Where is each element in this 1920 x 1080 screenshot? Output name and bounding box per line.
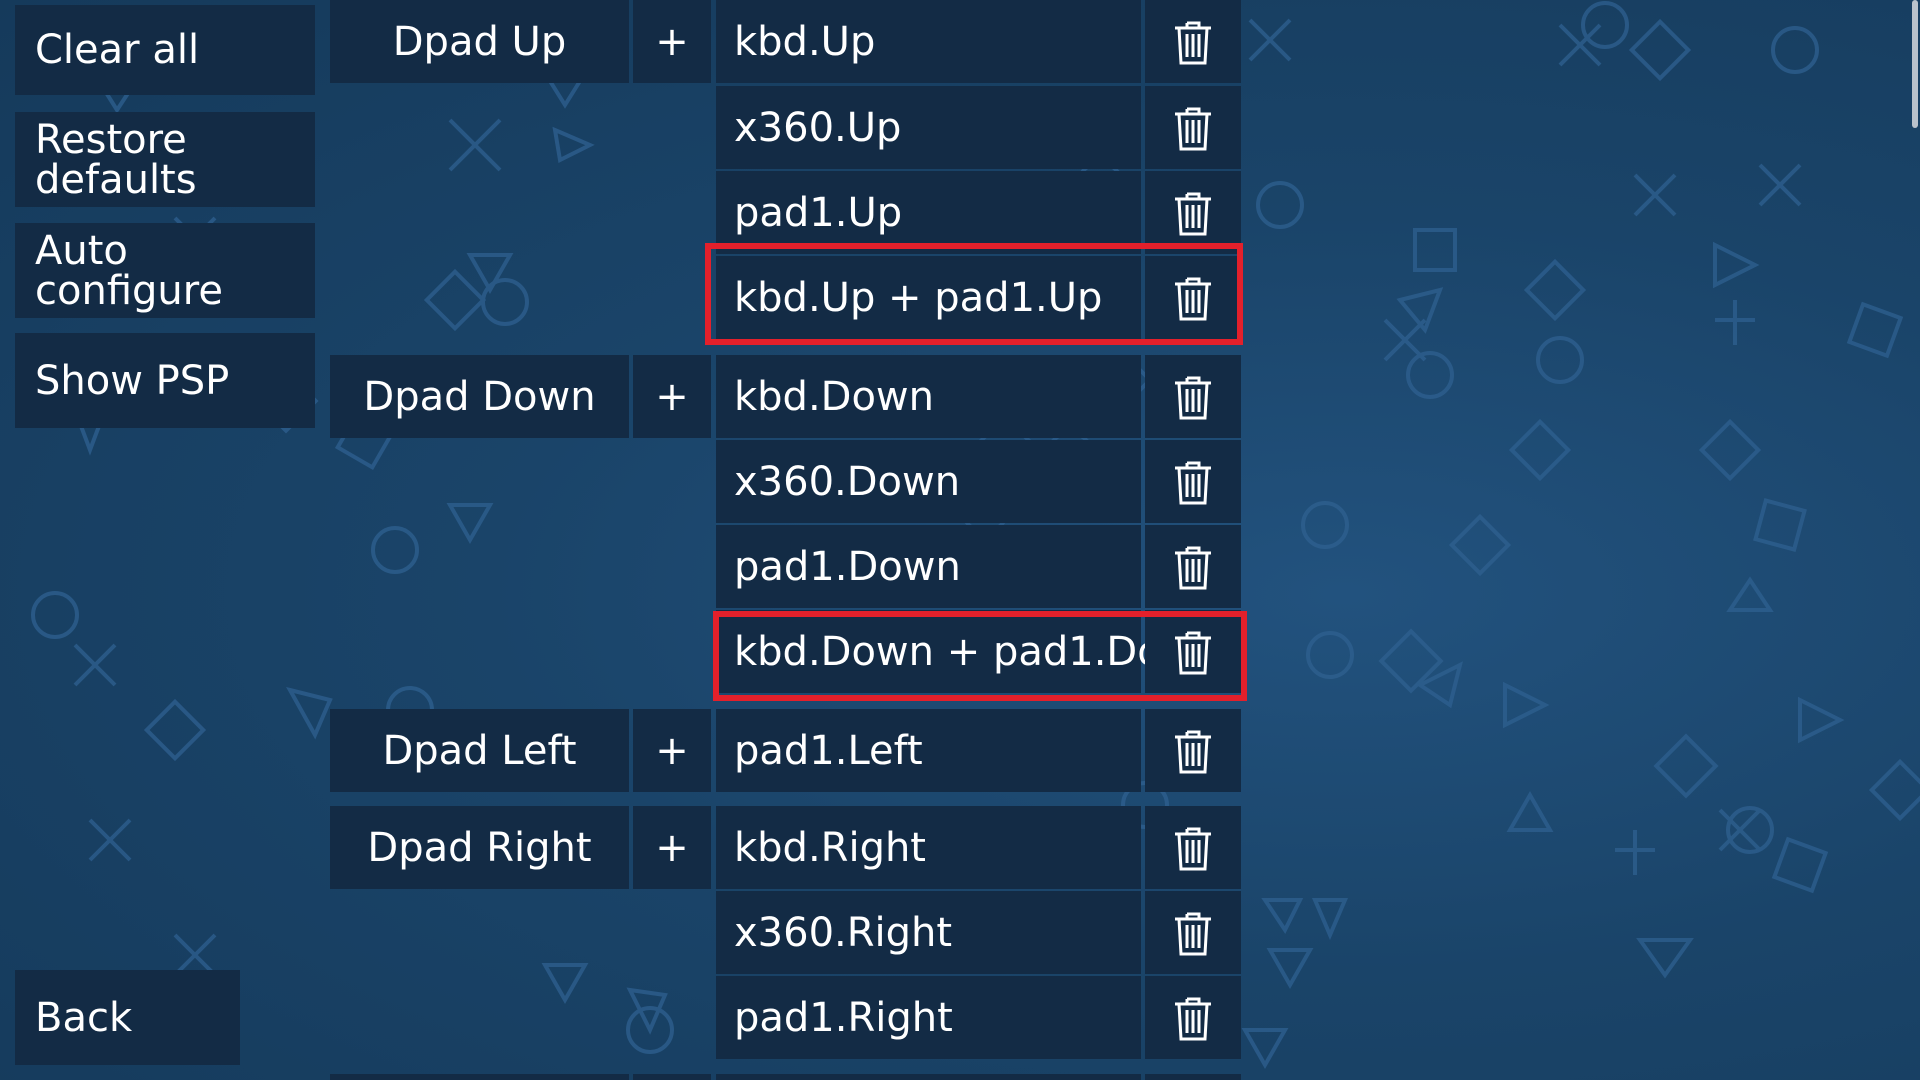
key-label-dpad-left: Dpad Left: [330, 709, 629, 792]
highlight-box-dpad-down-combo: [713, 611, 1247, 701]
binding-row: kbd.Up: [716, 0, 1241, 83]
add-binding-button-dpad-down[interactable]: +: [633, 355, 711, 438]
next-binding-partial: [716, 1074, 1141, 1080]
plus-icon: +: [655, 824, 689, 871]
plus-icon: +: [655, 18, 689, 65]
binding-label[interactable]: kbd.Up: [716, 0, 1141, 83]
binding-label[interactable]: pad1.Left: [716, 709, 1141, 792]
trash-icon: [1175, 376, 1211, 419]
binding-row: x360.Up: [716, 86, 1241, 169]
binding-row: pad1.Up: [716, 171, 1241, 254]
binding-label[interactable]: x360.Right: [716, 891, 1141, 974]
add-binding-button-dpad-left[interactable]: +: [633, 709, 711, 792]
add-binding-button-dpad-right[interactable]: +: [633, 806, 711, 889]
binding-row: kbd.Right: [716, 806, 1241, 889]
key-label-dpad-right: Dpad Right: [330, 806, 629, 889]
key-label-text: Dpad Up: [392, 18, 567, 65]
add-binding-button-dpad-up[interactable]: +: [633, 0, 711, 83]
delete-binding-button[interactable]: [1145, 525, 1241, 608]
binding-label[interactable]: kbd.Down: [716, 355, 1141, 438]
binding-row: pad1.Left: [716, 709, 1241, 792]
trash-icon: [1175, 192, 1211, 235]
binding-label[interactable]: x360.Up: [716, 86, 1141, 169]
trash-icon: [1175, 730, 1211, 773]
binding-text: x360.Down: [734, 458, 961, 505]
binding-text: pad1.Right: [734, 994, 953, 1041]
binding-row: pad1.Right: [716, 976, 1241, 1059]
trash-icon: [1175, 21, 1211, 64]
binding-text: kbd.Right: [734, 824, 926, 871]
trash-icon: [1175, 107, 1211, 150]
trash-icon: [1175, 827, 1211, 870]
delete-binding-button[interactable]: [1145, 709, 1241, 792]
scrollbar-thumb[interactable]: [1912, 0, 1918, 128]
back-button[interactable]: Back: [15, 970, 240, 1065]
delete-binding-button[interactable]: [1145, 976, 1241, 1059]
trash-icon: [1175, 997, 1211, 1040]
clear-all-button[interactable]: Clear all: [15, 5, 315, 95]
binding-text: x360.Right: [734, 909, 953, 956]
delete-binding-button[interactable]: [1145, 806, 1241, 889]
binding-label[interactable]: x360.Down: [716, 440, 1141, 523]
trash-icon: [1175, 546, 1211, 589]
binding-label[interactable]: pad1.Down: [716, 525, 1141, 608]
restore-defaults-label: Restore defaults: [35, 116, 197, 203]
trash-icon: [1175, 912, 1211, 955]
next-delete-partial: [1145, 1074, 1241, 1080]
binding-text: pad1.Left: [734, 727, 923, 774]
delete-binding-button[interactable]: [1145, 171, 1241, 254]
binding-row: kbd.Down: [716, 355, 1241, 438]
plus-icon: +: [655, 727, 689, 774]
plus-icon: +: [655, 373, 689, 420]
auto-configure-label: Auto configure: [35, 227, 223, 314]
delete-binding-button[interactable]: [1145, 355, 1241, 438]
highlight-box-dpad-up-combo: [705, 243, 1243, 345]
back-label: Back: [35, 994, 133, 1041]
binding-row: pad1.Down: [716, 525, 1241, 608]
next-key-label-partial: [330, 1074, 629, 1080]
key-label-dpad-down: Dpad Down: [330, 355, 629, 438]
delete-binding-button[interactable]: [1145, 86, 1241, 169]
show-psp-label: Show PSP: [35, 357, 230, 404]
binding-row: x360.Down: [716, 440, 1241, 523]
key-label-text: Dpad Right: [367, 824, 592, 871]
binding-text: pad1.Down: [734, 543, 961, 590]
binding-label[interactable]: pad1.Up: [716, 171, 1141, 254]
binding-text: pad1.Up: [734, 189, 903, 236]
auto-configure-button[interactable]: Auto configure: [15, 223, 315, 318]
binding-row: x360.Right: [716, 891, 1241, 974]
key-label-text: Dpad Down: [363, 373, 596, 420]
binding-label[interactable]: kbd.Right: [716, 806, 1141, 889]
binding-text: x360.Up: [734, 104, 902, 151]
delete-binding-button[interactable]: [1145, 440, 1241, 523]
key-label-dpad-up: Dpad Up: [330, 0, 629, 83]
binding-text: kbd.Down: [734, 373, 934, 420]
clear-all-label: Clear all: [35, 27, 200, 73]
delete-binding-button[interactable]: [1145, 0, 1241, 83]
binding-label[interactable]: pad1.Right: [716, 976, 1141, 1059]
restore-defaults-button[interactable]: Restore defaults: [15, 112, 315, 207]
next-add-button-partial: [633, 1074, 711, 1080]
trash-icon: [1175, 461, 1211, 504]
key-label-text: Dpad Left: [382, 727, 577, 774]
delete-binding-button[interactable]: [1145, 891, 1241, 974]
show-psp-button[interactable]: Show PSP: [15, 333, 315, 428]
binding-text: kbd.Up: [734, 18, 876, 65]
